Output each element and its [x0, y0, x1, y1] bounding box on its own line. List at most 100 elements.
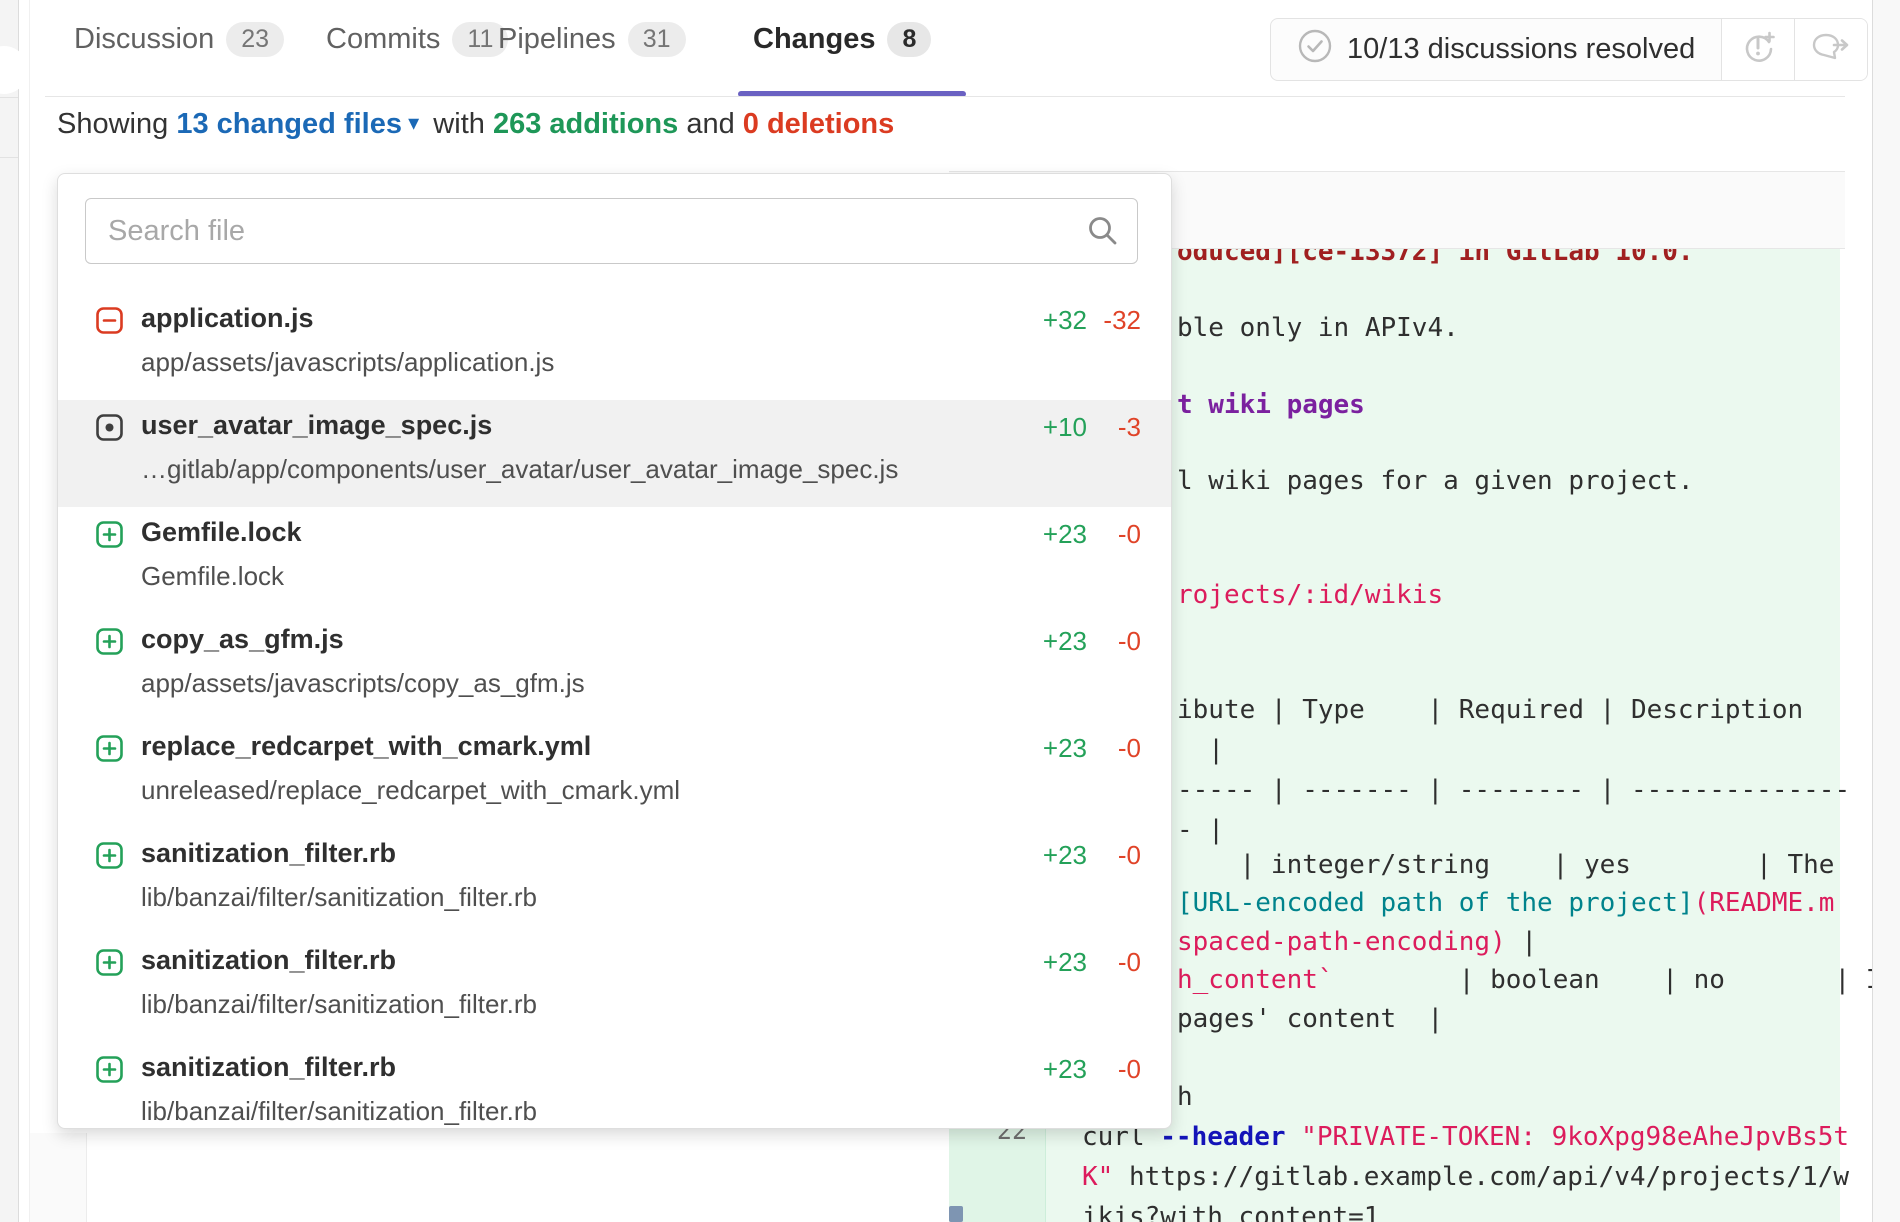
file-added-icon [96, 521, 123, 553]
rail-divider [0, 157, 18, 158]
tab-pipelines[interactable]: Pipelines 31 [498, 22, 686, 57]
rail-divider [0, 97, 18, 98]
file-name: application.js [141, 303, 314, 334]
file-list-item[interactable]: sanitization_filter.rblib/banzai/filter/… [58, 1042, 1171, 1129]
file-added-icon [96, 842, 123, 874]
deletions-count: 0 deletions [743, 108, 895, 140]
discussions-resolved-group: 10/13 discussions resolved [1270, 18, 1868, 81]
resolved-count-label: 10/13 discussions resolved [1347, 33, 1695, 66]
deletions-stat: -0 [1118, 947, 1141, 978]
diff-code-line: | integer/string | yes | The [1177, 845, 1834, 885]
file-list-item[interactable]: copy_as_gfm.js app/assets/javascripts/cop… [58, 614, 1171, 721]
code-segment: ibute | Type | Required | Description [1177, 695, 1803, 725]
code-segment: | [1506, 927, 1537, 957]
tab-label: Changes [753, 23, 875, 56]
additions-count: 263 additions [493, 108, 678, 140]
file-list-item[interactable]: Gemfile.lockGemfile.lock+23-0 [58, 507, 1171, 614]
file-list-item[interactable]: sanitization_filter.rb lib/banzai/filter/… [58, 935, 1171, 1042]
deletions-stat: -0 [1118, 519, 1141, 550]
code-segment: pages' content | [1177, 1004, 1443, 1034]
diff-code-line: ibute | Type | Required | Description [1177, 690, 1803, 730]
file-name: copy_as_gfm.js [141, 624, 344, 655]
jump-to-next-discussion-button[interactable] [1794, 19, 1867, 80]
file-list-item[interactable]: sanitization_filter.rblib/banzai/filter/… [58, 828, 1171, 935]
file-search-box [85, 198, 1138, 264]
search-input[interactable] [106, 199, 1070, 263]
tab-count-badge: 23 [226, 22, 284, 57]
file-list-item[interactable]: user_avatar_image_spec.js …gitlab/app/com… [58, 400, 1171, 507]
diff-code-line: - | [1177, 810, 1224, 850]
deletions-stat: -0 [1118, 733, 1141, 764]
summary-text: and [678, 108, 743, 140]
tab-changes[interactable]: Changes8 [753, 22, 931, 57]
additions-stat: +23 [1043, 1054, 1087, 1085]
tab-label: Pipelines [498, 23, 616, 56]
left-page-rail [0, 0, 19, 1222]
code-segment: t wiki pages [1177, 390, 1365, 420]
tabbar-border [45, 96, 1845, 97]
file-path: Gemfile.lock [141, 561, 284, 592]
partial-avatar [0, 46, 28, 94]
scrollbar-track[interactable] [1872, 0, 1900, 1222]
file-path: lib/banzai/filter/sanitization_filter.rb [141, 989, 537, 1020]
code-segment: h [1177, 1082, 1193, 1112]
additions-stat: +32 [1043, 305, 1087, 336]
resolve-with-issue-button[interactable] [1721, 19, 1794, 80]
tab-label: Commits [326, 23, 440, 56]
tab-discussion[interactable]: Discussion 23 [74, 22, 284, 57]
code-segment: "PRIVATE-TOKEN: 9koXpg98eAheJpvBs5t [1301, 1122, 1849, 1152]
file-deleted-icon [96, 307, 123, 339]
file-path: app/assets/javascripts/copy_as_gfm.js [141, 668, 585, 699]
deletions-stat: -32 [1103, 305, 1141, 336]
diff-code-line: h_content` | boolean | no | In [1177, 960, 1897, 1000]
deletions-stat: -0 [1118, 1054, 1141, 1085]
file-added-icon [96, 628, 123, 660]
code-segment: [URL-encoded path of the project] [1177, 888, 1694, 918]
additions-stat: +23 [1043, 840, 1087, 871]
summary-text: Showing [57, 108, 176, 140]
code-segment: | integer/string | yes | The [1177, 850, 1834, 880]
discussions-resolved-status[interactable]: 10/13 discussions resolved [1271, 19, 1721, 80]
summary-text: with [425, 108, 493, 140]
diff-code-line: l wiki pages for a given project. [1177, 461, 1694, 501]
file-added-icon [96, 1056, 123, 1088]
deletions-stat: -3 [1118, 412, 1141, 443]
diff-code-line: pages' content | [1177, 999, 1443, 1039]
code-segment: (README.m [1694, 888, 1835, 918]
resolve-with-issue-icon [1738, 27, 1778, 72]
search-icon [1085, 213, 1121, 254]
file-path: …gitlab/app/components/user_avatar/user_… [141, 454, 898, 485]
code-segment: ikis?with_content=1 [1082, 1202, 1379, 1222]
code-segment: spaced-path-encoding) [1177, 927, 1506, 957]
tab-commits[interactable]: Commits11 [326, 22, 508, 57]
discussion-panel-gutter [30, 1133, 87, 1222]
content-left-border [29, 0, 30, 1222]
file-added-icon [96, 735, 123, 767]
additions-stat: +10 [1043, 412, 1087, 443]
tab-count-badge: 31 [628, 22, 686, 57]
file-list-item[interactable]: application.jsapp/assets/javascripts/app… [58, 293, 1171, 400]
additions-stat: +23 [1043, 519, 1087, 550]
additions-stat: +23 [1043, 626, 1087, 657]
code-segment: K" [1082, 1162, 1113, 1192]
code-segment: rojects/:id/wikis [1177, 580, 1443, 610]
file-name: sanitization_filter.rb [141, 945, 396, 976]
code-segment: l wiki pages for a given project. [1177, 466, 1694, 496]
diff-code-line: ikis?with_content=1 [1082, 1197, 1379, 1222]
diff-code-line: ----- | ------- | -------- | -----------… [1177, 770, 1850, 810]
file-path: lib/banzai/filter/sanitization_filter.rb [141, 1096, 537, 1127]
file-name: user_avatar_image_spec.js [141, 410, 492, 441]
file-added-icon [96, 949, 123, 981]
changed-files-summary: Showing 13 changed files ▾ with 263 addi… [57, 108, 894, 141]
diff-code-line: curl --header "PRIVATE-TOKEN: 9koXpg98eA… [1082, 1117, 1849, 1157]
code-segment: ble only in APIv4. [1177, 313, 1459, 343]
tab-label: Discussion [74, 23, 214, 56]
file-path: unreleased/replace_redcarpet_with_cmark.… [141, 775, 680, 806]
changed-files-count-link[interactable]: 13 changed files [176, 108, 402, 140]
file-list-item[interactable]: replace_redcarpet_with_cmark.ymlunreleas… [58, 721, 1171, 828]
code-segment: | boolean | no | In [1334, 965, 1898, 995]
chevron-down-icon[interactable]: ▾ [402, 110, 425, 135]
file-path: lib/banzai/filter/sanitization_filter.rb [141, 882, 537, 913]
diff-code-line: h [1177, 1077, 1193, 1117]
diff-comment-indicator[interactable] [949, 1206, 963, 1222]
